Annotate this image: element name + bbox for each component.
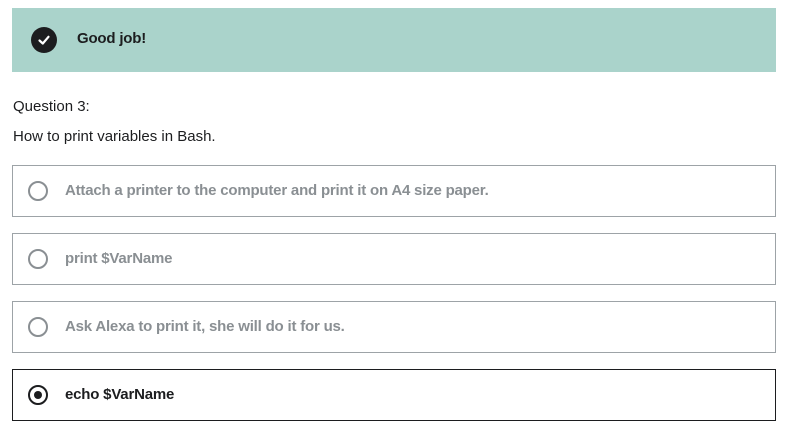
radio-button[interactable] [28,317,48,337]
question-number: Question 3: [13,98,90,115]
answer-option-3[interactable]: Ask Alexa to print it, she will do it fo… [12,301,776,353]
answer-label: Ask Alexa to print it, she will do it fo… [65,318,345,335]
radio-dot-icon [34,391,42,399]
answer-option-2[interactable]: print $VarName [12,233,776,285]
result-message: Good job! [77,30,147,47]
answer-option-4[interactable]: echo $VarName [12,369,776,421]
radio-button[interactable] [28,181,48,201]
quiz-page: Good job! Question 3: How to print varia… [0,0,789,438]
radio-button-selected[interactable] [28,385,48,405]
checkmark-icon [31,27,57,53]
answer-label: echo $VarName [65,386,175,403]
result-banner: Good job! [12,8,776,72]
radio-button[interactable] [28,249,48,269]
answer-option-1[interactable]: Attach a printer to the computer and pri… [12,165,776,217]
answer-label: Attach a printer to the computer and pri… [65,182,489,199]
answer-label: print $VarName [65,250,173,267]
question-text: How to print variables in Bash. [13,128,216,145]
